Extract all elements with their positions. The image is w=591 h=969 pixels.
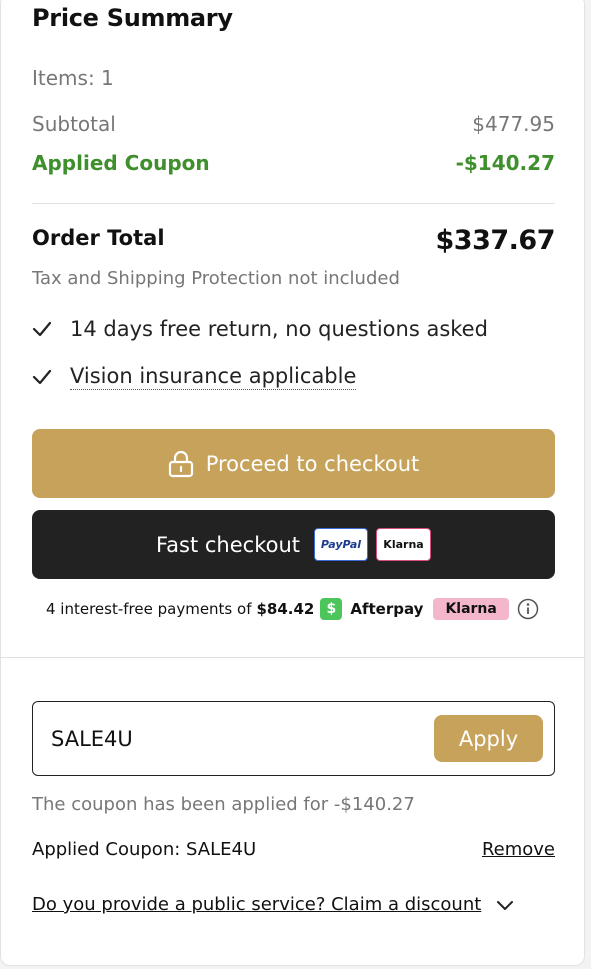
applied-coupon-label: Applied Coupon xyxy=(32,151,210,175)
order-total-label: Order Total xyxy=(32,226,165,250)
fast-checkout-label: Fast checkout xyxy=(156,532,300,557)
afterpay-label: Afterpay xyxy=(350,600,424,618)
remove-coupon-link[interactable]: Remove xyxy=(482,839,555,860)
chevron-down-icon xyxy=(497,900,514,910)
subtotal-label: Subtotal xyxy=(32,112,116,136)
check-icon xyxy=(32,321,52,337)
apply-coupon-button[interactable]: Apply xyxy=(434,715,543,762)
installment-amount: $84.42 xyxy=(256,600,315,618)
applied-coupon-code: Applied Coupon: SALE4U xyxy=(32,839,257,860)
coupon-form: Apply xyxy=(32,701,555,776)
section-divider xyxy=(0,657,585,658)
proceed-to-checkout-label: Proceed to checkout xyxy=(205,451,420,476)
feature-free-return: 14 days free return, no questions asked xyxy=(32,317,488,341)
feature-vision-insurance[interactable]: Vision insurance applicable xyxy=(32,364,357,390)
installments-text: 4 interest-free payments of xyxy=(46,600,252,618)
summary-divider xyxy=(32,203,555,204)
klarna-badge: Klarna xyxy=(433,598,509,620)
check-icon xyxy=(32,369,52,385)
info-icon[interactable] xyxy=(517,598,539,620)
price-summary-title: Price Summary xyxy=(32,4,233,32)
klarna-logo: Klarna xyxy=(376,528,431,561)
coupon-input[interactable] xyxy=(51,722,411,756)
afterpay-logo-icon: $ xyxy=(320,598,343,620)
claim-discount-link[interactable]: Do you provide a public service? Claim a… xyxy=(32,894,481,915)
coupon-applied-message: The coupon has been applied for -$140.27 xyxy=(32,794,415,815)
feature-free-return-text: 14 days free return, no questions asked xyxy=(70,317,488,341)
applied-coupon-value: -$140.27 xyxy=(455,151,555,175)
paypal-logo: PayPal xyxy=(314,528,368,561)
claim-discount-toggle[interactable]: Do you provide a public service? Claim a… xyxy=(32,894,515,915)
proceed-to-checkout-button[interactable]: Proceed to checkout xyxy=(32,429,555,498)
tax-note: Tax and Shipping Protection not included xyxy=(32,268,400,289)
fast-checkout-button[interactable]: Fast checkout PayPal Klarna xyxy=(32,510,555,579)
installments-row: 4 interest-free payments of $84.42 $ Aft… xyxy=(46,596,539,622)
vision-insurance-link[interactable]: Vision insurance applicable xyxy=(70,364,357,390)
items-count: Items: 1 xyxy=(32,66,114,90)
lock-icon xyxy=(168,450,193,477)
order-total-value: $337.67 xyxy=(435,225,556,256)
subtotal-value: $477.95 xyxy=(472,112,555,136)
